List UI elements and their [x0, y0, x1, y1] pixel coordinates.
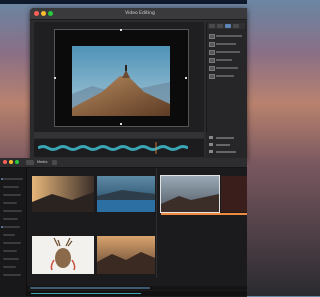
inspector-tab-4[interactable] [233, 24, 239, 28]
media-thumbnail-red-clip[interactable] [221, 176, 247, 212]
footer-line [216, 144, 230, 146]
sidebar-item[interactable] [3, 186, 19, 188]
sidebar-item[interactable] [3, 258, 19, 260]
media-thumbnail-deer-art[interactable] [32, 236, 94, 274]
title-bar: Video Editing [30, 8, 247, 20]
crop-handle-right[interactable] [185, 77, 187, 79]
close-icon[interactable] [3, 160, 7, 164]
minimize-icon[interactable] [9, 160, 13, 164]
property-checkbox[interactable] [209, 34, 215, 39]
inspector-footer [206, 132, 247, 160]
media-thumbnail-valley-sunrise[interactable] [97, 236, 155, 274]
media-thumbnail-coast-dusk[interactable] [160, 175, 220, 213]
sidebar-item[interactable] [3, 178, 23, 180]
property-checkbox[interactable] [209, 50, 215, 55]
footer-line [216, 137, 234, 139]
inspector-tab-1[interactable] [209, 24, 215, 28]
crop-handle-left[interactable] [54, 77, 56, 79]
property-slider[interactable] [216, 67, 238, 69]
property-slider[interactable] [216, 75, 234, 77]
status-strip [27, 291, 247, 296]
toolbar-button[interactable] [26, 160, 34, 165]
audio-waveform [38, 142, 188, 154]
sidebar-item[interactable] [3, 266, 16, 268]
status-progress [31, 293, 141, 294]
sidebar-item[interactable] [3, 210, 22, 212]
sidebar-item[interactable] [3, 194, 21, 196]
footer-line [216, 151, 236, 153]
property-slider[interactable] [216, 35, 242, 37]
property-checkbox[interactable] [209, 74, 215, 79]
inspector-tabs [208, 23, 245, 29]
sidebar-item[interactable] [3, 234, 15, 236]
media-thumbnail-sunset-hills[interactable] [32, 176, 94, 212]
footer-icon[interactable] [209, 150, 213, 153]
media-thumbnail-blue-lake[interactable] [97, 176, 155, 212]
window-title: Video Editing [125, 11, 155, 16]
crop-handle-bottom[interactable] [120, 123, 122, 125]
property-checkbox[interactable] [209, 66, 215, 71]
sidebar-item[interactable] [3, 274, 21, 276]
property-slider[interactable] [216, 51, 240, 53]
browser-sidebar [0, 168, 27, 296]
footer-icon[interactable] [209, 136, 213, 139]
sidebar-item[interactable] [3, 226, 20, 228]
property-checkbox[interactable] [209, 42, 215, 47]
crop-handle-top[interactable] [120, 29, 122, 31]
maximize-icon[interactable] [15, 160, 19, 164]
property-checkbox[interactable] [209, 58, 215, 63]
inspector-tab-2[interactable] [217, 24, 223, 28]
grid-divider [156, 168, 157, 278]
maximize-icon[interactable] [48, 11, 53, 16]
viewer-image [72, 46, 170, 116]
property-slider[interactable] [216, 59, 232, 61]
property-slider[interactable] [216, 43, 236, 45]
selection-range-bar [161, 213, 247, 215]
desktop-menu-bar [0, 0, 247, 4]
minimize-icon[interactable] [41, 11, 46, 16]
close-icon[interactable] [34, 11, 39, 16]
inspector-properties [208, 32, 245, 80]
browser-title: Media [37, 160, 48, 164]
sidebar-item[interactable] [3, 250, 17, 252]
editor-window: Video Editing [30, 8, 247, 160]
footer-icon[interactable] [209, 143, 213, 146]
toolbar-button[interactable] [52, 160, 57, 165]
inspector-tab-3[interactable] [225, 24, 231, 28]
sidebar-item[interactable] [3, 218, 18, 220]
scrollbar-thumb[interactable] [30, 287, 150, 289]
sidebar-item[interactable] [3, 202, 17, 204]
timeline-label [37, 132, 77, 138]
sidebar-item[interactable] [3, 242, 21, 244]
